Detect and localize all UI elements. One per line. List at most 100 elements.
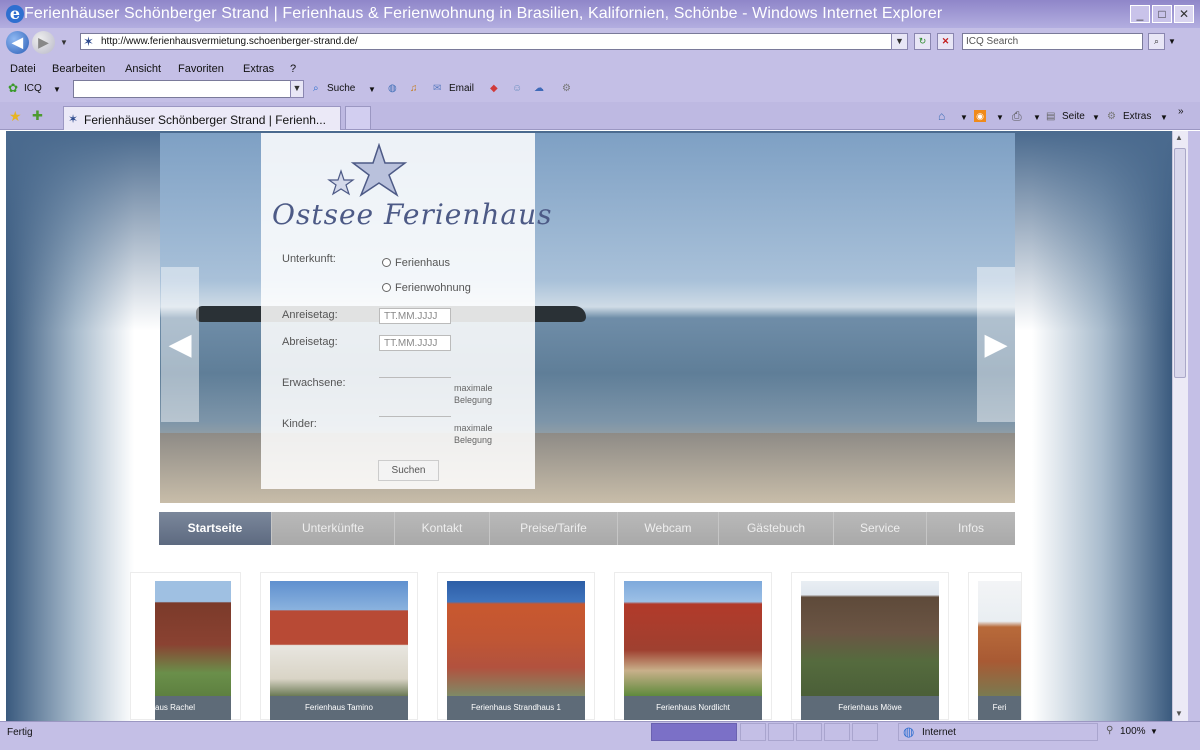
icq-search-dropdown-button[interactable]: ▼ <box>290 80 304 98</box>
menu-bearbeiten[interactable]: Bearbeiten <box>52 63 105 75</box>
favorites-star-icon[interactable]: ★ <box>9 108 22 125</box>
address-bar[interactable]: ✶ http://www.ferienhausvermietung.schoen… <box>80 33 906 50</box>
erwachsene-label: Erwachsene: <box>282 377 346 389</box>
tools-icon[interactable]: ⚙ <box>562 83 571 94</box>
suche-dropdown-icon[interactable]: ▼ <box>368 85 376 94</box>
seite-button[interactable]: Seite <box>1062 111 1085 122</box>
title-bar: e Ferienhäuser Schönberger Strand | Feri… <box>0 0 1200 28</box>
house-caption[interactable]: aus Rachel <box>155 696 231 720</box>
nav-preise-tarife[interactable]: Preise/Tarife <box>490 512 618 545</box>
slider-next-arrow-icon[interactable]: ▶ <box>977 267 1015 422</box>
nav-webcam[interactable]: Webcam <box>618 512 719 545</box>
back-button[interactable]: ◀ <box>6 31 29 54</box>
erwachsene-note-line2: Belegung <box>454 395 493 405</box>
extras-dropdown-icon[interactable]: ▼ <box>1160 113 1168 122</box>
house-caption[interactable]: Ferienhaus Tamino <box>270 696 408 720</box>
menu-ansicht[interactable]: Ansicht <box>125 63 161 75</box>
nav-kontakt[interactable]: Kontakt <box>395 512 490 545</box>
tab-active[interactable]: ✶ Ferienhäuser Schönberger Strand | Feri… <box>63 106 341 130</box>
feeds-dropdown-icon[interactable]: ▼ <box>996 113 1004 122</box>
history-dropdown-icon[interactable]: ▼ <box>60 38 68 47</box>
house-photo[interactable] <box>978 581 1021 696</box>
scrollbar-thumb[interactable] <box>1174 148 1186 378</box>
new-tab-button[interactable] <box>345 106 371 130</box>
forward-button[interactable]: ▶ <box>32 31 55 54</box>
maximize-button[interactable]: □ <box>1152 5 1172 23</box>
games-icon[interactable]: ◆ <box>490 83 498 94</box>
suchen-button[interactable]: Suchen <box>378 460 439 481</box>
email-icon: ✉ <box>433 83 442 94</box>
nav-service[interactable]: Service <box>834 512 927 545</box>
zoom-level[interactable]: 100% <box>1120 726 1146 737</box>
erwachsene-select[interactable] <box>379 362 451 378</box>
add-favorites-icon[interactable]: ✚ <box>32 108 43 124</box>
zone-text: Internet <box>922 727 956 738</box>
house-caption[interactable]: Feri <box>978 696 1021 720</box>
people-icon[interactable]: ☺ <box>512 83 522 94</box>
address-dropdown-button[interactable]: ▼ <box>891 33 908 50</box>
menu-datei[interactable]: Datei <box>10 63 36 75</box>
page-icon: ▤ <box>1046 111 1056 122</box>
house-caption[interactable]: Ferienhaus Möwe <box>801 696 939 720</box>
radio-ferienwohnung[interactable] <box>382 283 391 292</box>
extras-button[interactable]: Extras <box>1123 111 1151 122</box>
zoom-dropdown-icon[interactable]: ▼ <box>1150 727 1158 736</box>
tab-label: Ferienhäuser Schönberger Strand | Ferien… <box>84 113 326 127</box>
icq-dropdown-icon[interactable]: ▼ <box>53 85 61 94</box>
abreisetag-label: Abreisetag: <box>282 336 338 348</box>
nav-unterkuenfte[interactable]: Unterkünfte <box>272 512 395 545</box>
music-icon[interactable]: ♫ <box>410 83 418 94</box>
menu-extras[interactable]: Extras <box>243 63 274 75</box>
progress-bar <box>651 723 737 741</box>
search-placeholder: ICQ Search <box>966 36 1019 47</box>
nav-startseite[interactable]: Startseite <box>159 512 272 545</box>
home-dropdown-icon[interactable]: ▼ <box>960 113 968 122</box>
weather-icon[interactable]: ☁ <box>534 83 544 94</box>
house-photo[interactable] <box>155 581 231 696</box>
kinder-select[interactable] <box>379 401 451 417</box>
internet-globe-icon: ◍ <box>903 724 915 739</box>
site-logo-text: Ostsee Ferienhaus <box>272 198 553 231</box>
print-dropdown-icon[interactable]: ▼ <box>1033 113 1041 122</box>
anreisetag-value: TT.MM.JJJJ <box>384 311 438 322</box>
menu-help[interactable]: ? <box>290 63 296 75</box>
status-cell <box>824 723 850 741</box>
nav-infos[interactable]: Infos <box>927 512 1015 545</box>
house-photo[interactable] <box>801 581 939 696</box>
starfish-logo-icon <box>327 143 408 197</box>
abreisetag-input[interactable]: TT.MM.JJJJ <box>379 335 451 351</box>
scroll-up-arrow-icon[interactable]: ▲ <box>1175 133 1183 142</box>
search-options-icon[interactable]: ▼ <box>1168 37 1176 46</box>
close-button[interactable]: ✕ <box>1174 5 1194 23</box>
chevron-more-icon[interactable]: » <box>1178 106 1184 117</box>
house-photo[interactable] <box>270 581 408 696</box>
erwachsene-note-line1: maximale <box>454 383 493 393</box>
print-icon[interactable]: ⎙ <box>1012 109 1022 124</box>
radio-ferienhaus-label: Ferienhaus <box>395 257 451 269</box>
nav-gaestebuch[interactable]: Gästebuch <box>719 512 834 545</box>
icq-search-input[interactable] <box>73 80 303 98</box>
email-button[interactable]: Email <box>449 83 474 94</box>
house-photo[interactable] <box>624 581 762 696</box>
scroll-down-arrow-icon[interactable]: ▼ <box>1175 709 1183 718</box>
seite-dropdown-icon[interactable]: ▼ <box>1092 113 1100 122</box>
anreisetag-input[interactable]: TT.MM.JJJJ <box>379 308 451 324</box>
minimize-button[interactable]: _ <box>1130 5 1150 23</box>
home-icon[interactable]: ⌂ <box>938 109 945 123</box>
house-caption[interactable]: Ferienhaus Strandhaus 1 <box>447 696 585 720</box>
window-title: Ferienhäuser Schönberger Strand | Ferien… <box>24 5 943 22</box>
radio-ferienhaus[interactable] <box>382 258 391 267</box>
refresh-button[interactable]: ↻ <box>914 33 931 50</box>
suche-button[interactable]: Suche <box>327 83 355 94</box>
house-photo[interactable] <box>447 581 585 696</box>
icq-button[interactable]: ICQ <box>24 83 42 94</box>
house-caption[interactable]: Ferienhaus Nordlicht <box>624 696 762 720</box>
globe-icon[interactable]: ◍ <box>388 83 397 94</box>
feeds-icon[interactable]: ◉ <box>974 110 986 122</box>
stop-button[interactable]: ✕ <box>937 33 954 50</box>
search-icon[interactable]: ⌕ <box>1148 33 1165 50</box>
search-input[interactable]: ICQ Search <box>962 33 1143 50</box>
menu-favoriten[interactable]: Favoriten <box>178 63 224 75</box>
slider-prev-arrow-icon[interactable]: ◀ <box>161 267 199 422</box>
zoom-icon: ⚲ <box>1106 725 1114 736</box>
